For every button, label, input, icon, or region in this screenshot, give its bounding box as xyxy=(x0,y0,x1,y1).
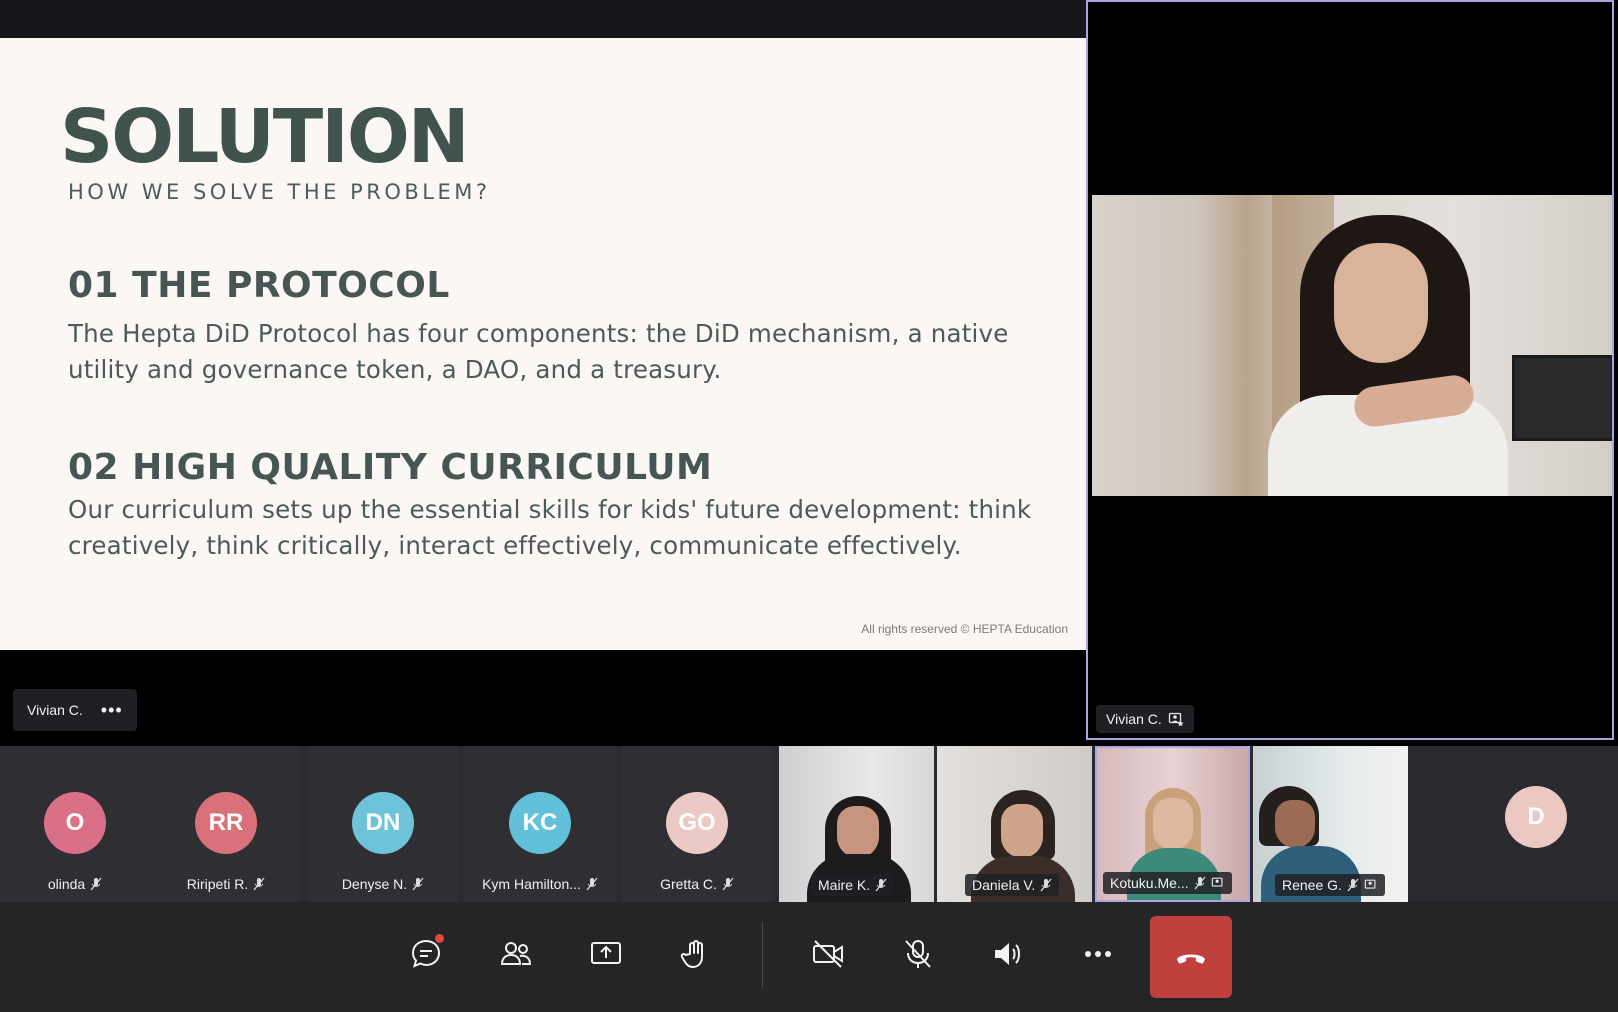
participant-name-text: Daniela V. xyxy=(972,877,1036,893)
leave-call-button[interactable] xyxy=(1150,916,1232,998)
slide-copyright: All rights reserved © HEPTA Education xyxy=(861,622,1068,636)
mic-muted-icon xyxy=(875,878,887,892)
section1-body: The Hepta DiD Protocol has four componen… xyxy=(68,319,1009,384)
participant-tile[interactable]: KC Kym Hamilton... xyxy=(465,746,615,902)
spotlight-icon xyxy=(1364,879,1376,889)
participant-name: Daniela V. xyxy=(965,874,1060,896)
participant-strip: O olinda RR Riripeti R. DN Denyse N. KC … xyxy=(0,746,1618,902)
participants-button[interactable] xyxy=(486,924,546,984)
participant-name: Maire K. xyxy=(811,874,895,896)
participant-name-text: Denyse N. xyxy=(341,876,408,892)
control-divider xyxy=(762,922,763,988)
participant-name: Renee G. xyxy=(1275,874,1385,896)
mic-muted-icon xyxy=(90,877,102,891)
avatar: GO xyxy=(666,792,728,854)
participant-tile[interactable]: DN Denyse N. xyxy=(308,746,458,902)
mic-muted-icon xyxy=(1040,878,1052,892)
participants-icon xyxy=(500,942,532,965)
presenter-more-button[interactable]: ••• xyxy=(101,700,123,721)
participant-name-text: olinda xyxy=(47,876,86,892)
participant-name: Gretta C. xyxy=(622,876,772,892)
participant-name-text: Maire K. xyxy=(818,877,871,893)
camera-off-icon xyxy=(813,940,843,968)
notification-dot xyxy=(435,934,444,943)
presentation-slide: SOLUTION HOW WE SOLVE THE PROBLEM? 01 TH… xyxy=(0,38,1086,650)
speaker-video xyxy=(1092,195,1612,496)
spotlight-icon xyxy=(1168,712,1184,727)
active-speaker-frame[interactable] xyxy=(1086,0,1614,740)
participant-video-tile[interactable]: Daniela V. xyxy=(937,746,1092,902)
participant-name-text: Riripeti R. xyxy=(186,876,249,892)
slide-subtitle: HOW WE SOLVE THE PROBLEM? xyxy=(68,180,491,204)
avatar: DN xyxy=(352,792,414,854)
participant-name-text: Gretta C. xyxy=(660,876,717,892)
mic-muted-icon xyxy=(722,877,734,891)
mic-muted-icon xyxy=(1194,876,1206,890)
more-icon xyxy=(1085,951,1111,957)
participant-name: Denyse N. xyxy=(308,876,458,892)
spotlight-icon xyxy=(1211,877,1223,887)
participant-video-tile[interactable]: Maire K. xyxy=(779,746,934,902)
more-options-button[interactable] xyxy=(1068,924,1128,984)
participant-video-tile[interactable]: Kotuku.Me... xyxy=(1095,746,1250,902)
meeting-controls xyxy=(0,902,1618,1012)
avatar-initials: KC xyxy=(522,809,558,836)
participant-name: Riripeti R. xyxy=(151,876,301,892)
hangup-icon xyxy=(1177,954,1205,964)
participant-video-tile[interactable]: Renee G. xyxy=(1253,746,1408,902)
participant-name: Kotuku.Me... xyxy=(1103,872,1232,894)
participant-tile[interactable]: D xyxy=(1454,746,1618,902)
participant-name: olinda xyxy=(0,876,150,892)
presenter-name-tag[interactable]: Vivian C. ••• xyxy=(13,689,137,731)
participant-tile[interactable]: GO Gretta C. xyxy=(622,746,772,902)
speaker-button[interactable] xyxy=(978,924,1038,984)
camera-toggle-button[interactable] xyxy=(798,924,858,984)
avatar: O xyxy=(44,792,106,854)
mic-toggle-button[interactable] xyxy=(888,924,948,984)
shared-screen: SOLUTION HOW WE SOLVE THE PROBLEM? 01 TH… xyxy=(0,0,1086,746)
section2-body: Our curriculum sets up the essential ski… xyxy=(68,495,1032,560)
speaker-icon xyxy=(995,943,1020,965)
raise-hand-icon xyxy=(680,940,703,968)
presenter-name: Vivian C. xyxy=(27,702,83,718)
share-screen-icon xyxy=(591,942,621,964)
mic-muted-icon xyxy=(586,877,598,891)
share-top-bar xyxy=(0,0,1086,38)
participant-name-text: Kotuku.Me... xyxy=(1110,875,1189,891)
participant-tile[interactable]: RR Riripeti R. xyxy=(151,746,301,902)
chat-button[interactable] xyxy=(396,924,456,984)
speaker-name-tag: Vivian C. xyxy=(1096,705,1194,733)
avatar-initials: DN xyxy=(365,809,401,836)
speaker-name: Vivian C. xyxy=(1106,711,1162,727)
participant-name-text: Kym Hamilton... xyxy=(482,876,581,892)
avatar-initials: O xyxy=(65,809,85,836)
tv-icon xyxy=(1512,355,1612,441)
raise-hand-button[interactable] xyxy=(666,924,726,984)
avatar: KC xyxy=(509,792,571,854)
mic-muted-icon xyxy=(1347,878,1359,892)
avatar: D xyxy=(1505,786,1567,848)
participant-name: Kym Hamilton... xyxy=(465,876,615,892)
share-screen-button[interactable] xyxy=(576,924,636,984)
participant-tile[interactable]: O olinda xyxy=(0,746,150,902)
mic-muted-icon xyxy=(253,877,265,891)
mic-off-icon xyxy=(905,940,931,968)
participant-name-text: Renee G. xyxy=(1282,877,1342,893)
avatar-initials: D xyxy=(1527,803,1545,830)
slide-title: SOLUTION xyxy=(60,94,470,180)
mic-muted-icon xyxy=(412,877,424,891)
avatar-initials: GO xyxy=(678,809,716,836)
avatar: RR xyxy=(195,792,257,854)
avatar-initials: RR xyxy=(208,809,244,836)
section1-heading: 01 THE PROTOCOL xyxy=(68,265,450,306)
section2-heading: 02 HIGH QUALITY CURRICULUM xyxy=(68,447,713,488)
